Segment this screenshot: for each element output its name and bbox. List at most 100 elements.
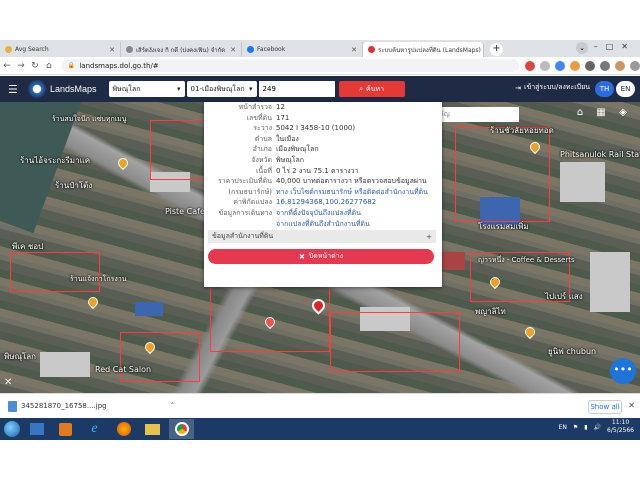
row-value: เมืองพิษณุโลก — [276, 145, 319, 154]
search-button[interactable]: ⌕ ค้นหา — [338, 81, 405, 97]
close-popup-button[interactable]: ✖ ปิดหน้าต่าง — [208, 249, 434, 264]
taskbar-chrome-icon[interactable] — [169, 419, 194, 439]
land-office-section[interactable]: ข้อมูลสำนักงานที่ดิน + — [208, 230, 436, 243]
parcel-outline[interactable] — [330, 312, 460, 372]
tab-company[interactable]: เสิร์ดงังเจง กิ กดี (ปงคงเฟิน) จำกัด ✕ — [121, 42, 242, 57]
avatar[interactable] — [614, 60, 625, 71]
tab-avg-search[interactable]: Avg Search ✕ — [0, 42, 121, 57]
map-label[interactable]: ร้านไอ้จระกะรีมาแค — [20, 154, 90, 167]
parcel-number-input[interactable]: 249 — [258, 81, 335, 97]
taskbar-folder-icon[interactable] — [140, 419, 165, 439]
star-icon[interactable] — [554, 60, 565, 71]
home-icon[interactable]: ⌂ — [571, 107, 589, 122]
row-link[interactable]: จากแปลงที่ดินถึงสำนักงานที่ดิน — [276, 219, 442, 230]
parcel-info-row: (กรมธนารักษ์) ทาง เว็บไซต์กรมธนารักษ์ หรื… — [204, 187, 442, 198]
close-icon[interactable]: ✕ — [628, 401, 635, 410]
parcel-outline[interactable] — [10, 252, 100, 292]
lang-th-button[interactable]: TH — [595, 81, 614, 97]
input-language[interactable]: EN — [559, 424, 567, 431]
close-label: ปิดหน้าต่าง — [308, 252, 344, 260]
volume-icon[interactable]: 🔊 — [594, 424, 601, 431]
map-label[interactable]: ยูนิฟ chubun — [548, 345, 596, 358]
lang-en-button[interactable]: EN — [616, 81, 635, 97]
more-button[interactable]: ••• — [610, 358, 636, 384]
district-select[interactable]: 01-เมืองพิษณุโลก ▾ — [186, 81, 257, 97]
map-label[interactable]: ร้านป๋าโต้ง — [55, 179, 92, 192]
map-label[interactable]: โรงแรมสมเพิ่ม — [478, 220, 529, 233]
new-tab-button[interactable]: + — [490, 43, 503, 56]
puzzle-icon[interactable] — [584, 60, 595, 71]
extension-icon[interactable] — [524, 60, 535, 71]
back-icon[interactable]: ← — [0, 61, 14, 71]
map-label[interactable]: ญ่าวหนึ่ง - Coffee & Desserts — [478, 255, 575, 266]
map-label[interactable]: Phitsanulok Rail Station Night M — [560, 150, 640, 159]
home-icon[interactable]: ⌂ — [42, 61, 56, 71]
poi-pin-icon[interactable] — [522, 324, 538, 340]
close-icon[interactable]: ✕ — [351, 46, 357, 54]
row-link[interactable]: ทาง เว็บไซต์กรมธนารักษ์ หรือติดต่อสำนักง… — [276, 187, 442, 198]
forward-icon[interactable]: → — [14, 61, 28, 71]
row-value: 12 — [276, 103, 285, 111]
map-label[interactable]: Piste Cafe — [165, 207, 205, 216]
tab-title: Facebook — [257, 46, 286, 53]
province-select[interactable]: พิษณุโลก ▾ — [108, 81, 185, 97]
taskbar-firefox-icon[interactable] — [111, 419, 136, 439]
flag-icon[interactable]: ⚑ — [573, 424, 578, 431]
parcel-info-row: ค่าพิกัดแปลง 16.81294368,100.26277682 — [204, 197, 442, 208]
map-label[interactable]: ร้านชัวลัยหอยทอด — [490, 124, 554, 137]
url-field[interactable]: 🔒 landsmaps.dol.go.th/# — [61, 59, 519, 72]
chevron-up-icon[interactable]: ˄ — [171, 402, 175, 410]
taskbar-ie-icon[interactable]: e — [82, 419, 107, 439]
map-label[interactable]: ร้านแจ้งกาโกรงาน — [70, 274, 127, 285]
extension-icon[interactable] — [569, 60, 580, 71]
close-icon[interactable]: ✕ — [109, 46, 115, 54]
close-icon[interactable]: ✕ — [230, 46, 236, 54]
map-label[interactable]: Red Cat Salon — [95, 365, 151, 374]
extensions — [524, 60, 640, 71]
menu-icon[interactable] — [629, 60, 640, 71]
dol-logo — [28, 80, 46, 98]
address-bar: ← → ↻ ⌂ 🔒 landsmaps.dol.go.th/# — [0, 57, 640, 75]
row-key: หน้าสำรวจ — [238, 103, 272, 111]
compass-icon[interactable]: ✕ — [4, 377, 12, 388]
hamburger-icon[interactable]: ☰ — [8, 83, 24, 96]
tab-landsmaps[interactable]: ระบบค้นหารูปแปลงที่ดิน (LandsMaps) ✕ — [363, 42, 484, 57]
map-label[interactable]: ร้านสมใจนึก แซ่บทุกเมนู — [52, 114, 126, 125]
grid-icon[interactable]: ▦ — [592, 107, 610, 122]
tab-title: เสิร์ดงังเจง กิ กดี (ปงคงเฟิน) จำกัด — [136, 46, 226, 54]
tab-facebook[interactable]: Facebook ✕ — [242, 42, 363, 57]
map-label[interactable]: พญาลิไท — [475, 305, 506, 318]
row-key: ค่าพิกัดแปลง — [233, 198, 272, 207]
building — [560, 162, 605, 202]
share-icon[interactable] — [539, 60, 550, 71]
map-label[interactable]: พิษณุโลก — [4, 350, 36, 363]
globe-icon — [126, 46, 133, 53]
row-link[interactable]: 16.81294368,100.26277682 — [276, 197, 442, 208]
login-link[interactable]: ⇥ เข้าสู่ระบบ/ลงทะเบียน — [515, 82, 590, 93]
show-all-button[interactable]: Show all — [588, 400, 622, 414]
clock[interactable]: 11:10 6/5/2566 — [607, 419, 634, 435]
download-item[interactable]: 345281870_16758....jpg ˄ — [8, 400, 175, 412]
row-link[interactable]: จากที่ตั้งปัจจุบันถึงแปลงที่ดิน — [276, 208, 442, 219]
taskbar-media-icon[interactable] — [53, 419, 78, 439]
parcel-outline[interactable] — [120, 332, 200, 382]
sidebar-icon[interactable] — [599, 60, 610, 71]
taskbar-explorer-icon[interactable] — [24, 419, 49, 439]
map-label[interactable]: ไปเปร์ แสง — [545, 290, 583, 303]
chevron-down-icon[interactable]: ⌄ — [576, 42, 588, 54]
chevron-down-icon: ▾ — [177, 85, 181, 93]
window-controls[interactable]: –□✕ — [594, 42, 636, 51]
parcel-info-row: ระวาง 5042 I 3458-10 (1000) — [204, 123, 442, 134]
poi-pin-icon[interactable] — [115, 155, 131, 171]
layers-icon[interactable]: ◈ — [614, 107, 632, 122]
start-button[interactable] — [4, 421, 20, 437]
network-icon[interactable]: ▮ — [584, 424, 587, 431]
sign-in-icon: ⇥ — [515, 83, 522, 92]
parcel-outline[interactable] — [150, 120, 205, 180]
expand-icon[interactable]: + — [426, 233, 432, 241]
section-label: ข้อมูลสำนักงานที่ดิน — [212, 232, 274, 240]
row-key: ระวาง — [253, 124, 272, 133]
reload-icon[interactable]: ↻ — [28, 61, 42, 71]
poi-pin-icon[interactable] — [85, 294, 101, 310]
map-label[interactable]: พีเค ชอป — [12, 240, 43, 253]
